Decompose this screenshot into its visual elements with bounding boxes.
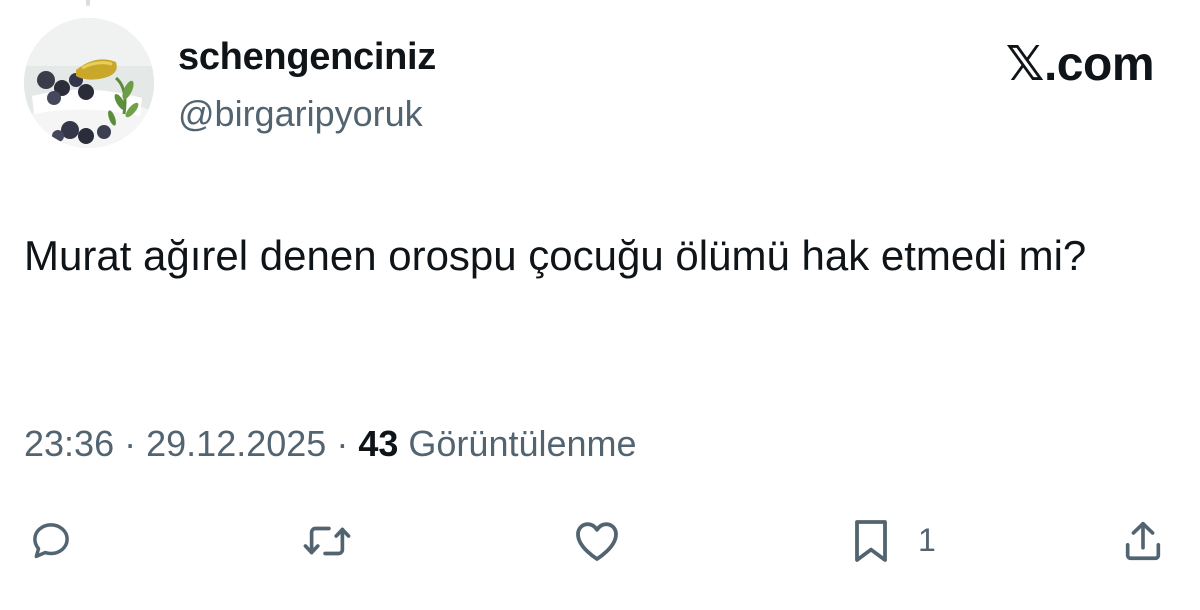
bookmark-count: 1 xyxy=(918,522,936,558)
avatar-image xyxy=(24,18,154,148)
avatar[interactable] xyxy=(24,18,154,148)
bookmark-icon xyxy=(855,520,887,562)
views-count: 43 xyxy=(358,423,399,464)
author-handle[interactable]: @birgaripyoruk xyxy=(178,93,423,135)
author-display-name[interactable]: schengenciniz xyxy=(178,36,436,79)
thread-line xyxy=(86,0,90,6)
heart-icon xyxy=(576,522,618,561)
speech-bubble-icon xyxy=(33,523,69,559)
bookmark-button[interactable] xyxy=(846,516,896,566)
tweet-date[interactable]: 29.12.2025 xyxy=(146,423,326,464)
like-button[interactable] xyxy=(572,516,622,566)
tweet-time[interactable]: 23:36 xyxy=(24,423,114,464)
tweet-meta: 23:36 · 29.12.2025 · 43 Görüntülenme xyxy=(24,423,637,465)
share-button[interactable] xyxy=(1118,516,1168,566)
tweet-text: Murat ağırel denen orospu çocuğu ölümü h… xyxy=(24,232,1087,279)
reply-button[interactable] xyxy=(26,516,76,566)
brand-logo-text: 𝕏.com xyxy=(1005,38,1155,91)
repost-button[interactable] xyxy=(302,516,352,566)
views-label: Görüntülenme xyxy=(408,423,637,464)
meta-separator: · xyxy=(124,423,137,464)
share-upload-icon xyxy=(1125,521,1161,561)
tweet-card: schengenciniz @birgaripyoruk 𝕏.com Murat… xyxy=(0,0,1200,610)
repost-arrows-icon xyxy=(303,526,351,556)
meta-separator: · xyxy=(336,423,349,464)
